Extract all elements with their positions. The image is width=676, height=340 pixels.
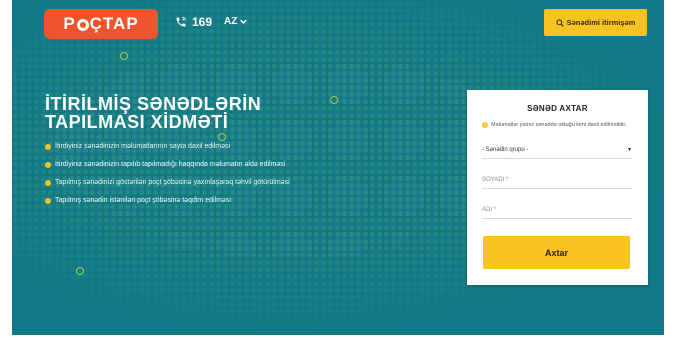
lost-document-label: Sənədimi itirmişəm [566,18,636,27]
page-title: İTİRİLMİŞ SƏNƏDLƏRİN TAPILMASI XİDMƏTİ [45,94,262,132]
map-marker-icon [330,96,338,104]
form-info-note: ! Məlumatlar yalnız sənəddə olduğu kimi … [482,122,632,129]
document-group-value: - Sənədin qrupu - [482,147,529,153]
search-icon [556,18,564,27]
search-submit-label: Axtar [544,247,568,258]
map-marker-icon [120,52,128,60]
document-search-form: SƏNƏD AXTAR ! Məlumatlar yalnız sənəddə … [467,90,648,285]
language-label: AZ [224,16,238,27]
feature-item: Tapılmış sənədin istənilən poçt şöbəsinə… [45,196,290,205]
poctap-logo[interactable]: P ÇTAP [44,9,158,39]
hotline[interactable]: 169 [175,15,212,29]
document-group-select[interactable]: - Sənədin qrupu - ▼ [482,142,632,159]
lost-document-button[interactable]: Sənədimi itirmişəm [544,9,647,36]
search-submit-button[interactable]: Axtar [483,236,630,269]
surname-input[interactable]: SOYADI * [482,172,632,189]
phone-number: 169 [192,15,213,29]
chevron-down-icon [240,19,248,24]
feature-item: İtirdiyiniz sənədinizin tapılıb tapılmad… [45,160,290,169]
bullet-icon [45,179,51,186]
map-marker-icon [76,267,84,275]
form-info-text: Məlumatlar yalnız sənəddə olduğu kimi da… [491,122,627,128]
phone-icon [176,17,186,27]
bullet-icon [45,161,51,168]
name-placeholder: ADI * [482,207,497,213]
form-title: SƏNƏD AXTAR [527,104,588,113]
caret-down-icon: ▼ [627,147,632,153]
feature-item: Tapılmış sənədinizi göstərilən poçt şöbə… [45,178,290,187]
feature-item: İtirdiyiniz sənədinizin məlumatlarının s… [45,142,290,151]
hero-section: P ÇTAP 169 AZ Sənədimi itirmişəm İTİRİLMİ… [12,0,664,335]
name-input[interactable]: ADI * [482,202,632,219]
bullet-icon [45,197,51,204]
logo-o-icon [76,19,89,31]
map-marker-icon [218,133,226,141]
bullet-icon [45,143,51,150]
info-icon: ! [482,122,488,128]
features-list: İtirdiyiniz sənədinizin məlumatlarının s… [45,142,290,214]
surname-placeholder: SOYADI * [482,177,509,183]
language-selector[interactable]: AZ [224,16,248,27]
